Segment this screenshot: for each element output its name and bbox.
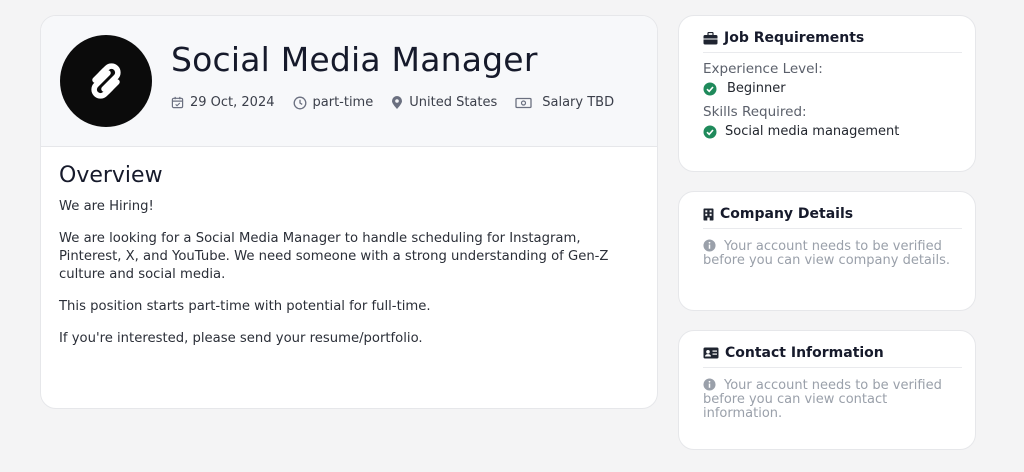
money-bill-icon: [515, 97, 532, 108]
overview-paragraph: We are looking for a Social Media Manage…: [59, 231, 609, 282]
info-circle-icon: [703, 378, 716, 391]
job-requirements-card: Job Requirements Experience Level: Begin…: [678, 15, 976, 172]
meta-salary: Salary TBD: [515, 95, 614, 110]
company-details-card: Company Details Your account needs to be…: [678, 191, 976, 311]
skill-item: Social media management: [703, 124, 962, 139]
building-icon: [703, 208, 714, 220]
overview-paragraph: If you're interested, please send your r…: [59, 331, 423, 346]
job-detail-card: Social Media Manager 29 Oct, 2024 part-t…: [40, 15, 658, 409]
company-locked-message: Your account needs to be verified before…: [703, 239, 951, 268]
check-circle-icon: [703, 125, 717, 138]
contact-locked-message: Your account needs to be verified before…: [703, 378, 942, 421]
job-header: Social Media Manager 29 Oct, 2024 part-t…: [41, 16, 657, 147]
skills-required-label: Skills Required:: [703, 104, 807, 120]
meta-date: 29 Oct, 2024: [171, 95, 275, 110]
job-title: Social Media Manager: [171, 40, 538, 79]
squarespace-logo-icon: [91, 63, 121, 99]
overview-section: Overview We are Hiring! We are looking f…: [41, 147, 657, 378]
job-meta-row: 29 Oct, 2024 part-time United States Sal…: [171, 95, 632, 110]
experience-level-item: Beginner: [703, 81, 962, 96]
contact-information-heading: Contact Information: [703, 345, 962, 368]
clock-icon: [293, 96, 306, 109]
overview-title: Overview: [59, 163, 163, 188]
location-pin-icon: [392, 95, 403, 109]
meta-job-type: part-time: [293, 95, 373, 110]
info-circle-icon: [703, 239, 716, 252]
meta-location: United States: [391, 95, 497, 110]
company-details-heading: Company Details: [703, 206, 962, 229]
id-card-icon: [703, 347, 719, 359]
calendar-icon: [171, 96, 184, 109]
overview-paragraph: This position starts part-time with pote…: [59, 299, 431, 314]
briefcase-icon: [703, 31, 718, 44]
job-requirements-heading: Job Requirements: [703, 30, 962, 53]
company-logo: [60, 35, 152, 127]
overview-paragraph: We are Hiring!: [59, 199, 154, 214]
contact-information-card: Contact Information Your account needs t…: [678, 330, 976, 450]
experience-level-label: Experience Level:: [703, 61, 823, 77]
check-circle-icon: [703, 82, 717, 95]
